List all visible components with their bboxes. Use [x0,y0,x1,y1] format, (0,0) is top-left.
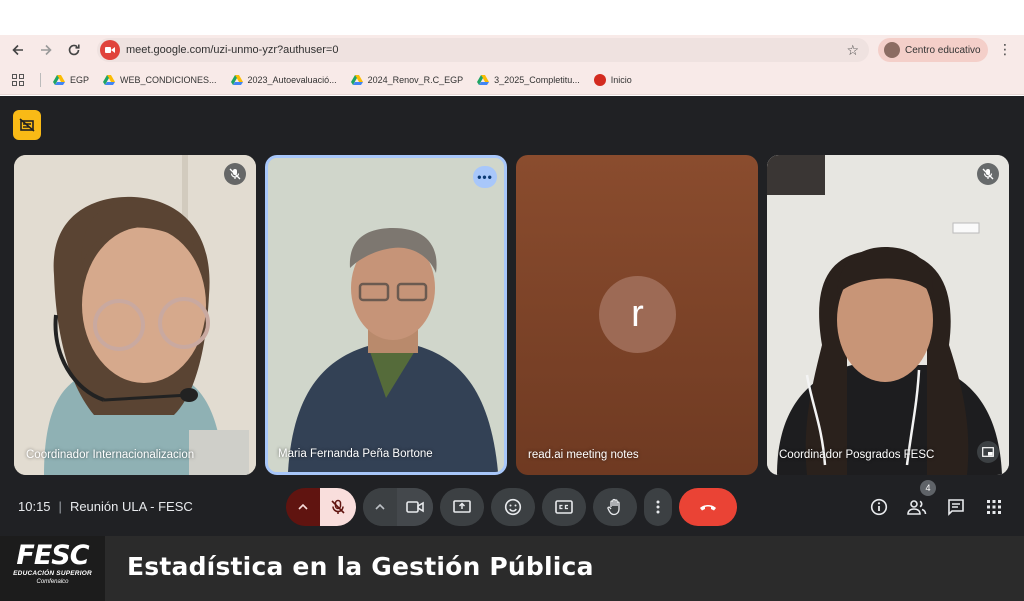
present-screen-button[interactable] [440,488,484,526]
profile-avatar [884,42,900,58]
participant-tile-1[interactable]: Coordinador Internacionalizacion [14,155,256,475]
raise-hand-button[interactable] [593,488,637,526]
bookmarks-bar: EGP WEB_CONDICIONES... 2023_Autoevaluaci… [0,65,1024,95]
reactions-button[interactable] [491,488,535,526]
profile-button[interactable]: Centro educativo [878,38,988,62]
participant-count-badge: 4 [920,480,936,496]
window-top-strip [0,0,1024,35]
back-arrow-icon[interactable] [4,36,32,64]
browser-menu-icon[interactable]: ⋮ [998,41,1012,58]
browser-toolbar: meet.google.com/uzi-unmo-yzr?authuser=0 … [0,35,1024,65]
chat-icon [948,499,964,516]
apps-grid-icon [987,500,1001,514]
people-button[interactable] [904,494,930,520]
emoji-icon [504,498,522,516]
muted-mic-icon [224,163,246,185]
drive-icon [230,74,243,85]
participant-name: read.ai meeting notes [528,449,639,461]
course-banner: FESC EDUCACIÓN SUPERIOR Comfenalco Estad… [0,536,1024,601]
participant-name: Maria Fernanda Peña Bortone [278,448,433,460]
participant-video [14,155,256,475]
present-screen-icon [453,500,471,513]
more-options-button[interactable] [644,488,672,526]
logo-subtitle: EDUCACIÓN SUPERIOR [13,570,92,577]
meeting-info: 10:15 | Reunión ULA - FESC [18,499,193,514]
bookmarks-divider [40,72,41,87]
captions-button[interactable] [542,488,586,526]
meeting-details-button[interactable] [866,494,892,520]
video-camera-icon [406,501,424,513]
apps-grid-icon[interactable] [12,72,28,88]
no-video-caption-icon [19,118,35,132]
fesc-logo: FESC EDUCACIÓN SUPERIOR Comfenalco [0,536,105,601]
url-text: meet.google.com/uzi-unmo-yzr?authuser=0 [126,44,339,56]
participant-name: Coordinador Internacionalizacion [26,449,195,461]
audio-options-chevron-up-icon[interactable] [286,488,320,526]
drive-icon [350,74,363,85]
bookmark-label: Inicio [610,74,632,85]
participant-tile-2[interactable]: ••• Maria Fernanda Peña Bortone [265,155,507,475]
drive-icon [103,74,116,85]
bookmark-inicio[interactable]: Inicio [593,73,632,86]
closed-captions-icon [555,500,573,514]
activities-button[interactable] [981,494,1007,520]
participant-tile-4[interactable]: Coordinador Posgrados FESC [767,155,1009,475]
logo-partner: Comfenalco [36,579,69,585]
reload-icon[interactable] [60,36,88,64]
course-title: Estadística en la Gestión Pública [127,552,594,581]
info-icon [870,498,888,516]
tile-more-options-button[interactable]: ••• [473,166,497,188]
mic-control-group [286,488,356,526]
bookmark-label: 2024_Renov_R.C_EGP [367,74,464,85]
bookmark-egp[interactable]: EGP [53,74,90,85]
bookmark-completitud[interactable]: 3_2025_Completitu... [477,74,580,85]
meeting-name: Reunión ULA - FESC [69,499,193,514]
participant-name: Coordinador Posgrados FESC [779,449,935,461]
muted-mic-icon [977,163,999,185]
meet-site-icon [100,40,120,60]
picture-in-picture-icon[interactable] [977,441,999,463]
video-options-chevron-up-icon[interactable] [363,488,397,526]
profile-label: Centro educativo [905,44,981,56]
camera-button[interactable] [397,488,433,526]
chat-button[interactable] [943,494,969,520]
bookmark-label: EGP [70,74,90,85]
host-controls-badge[interactable] [13,110,41,140]
forward-arrow-icon[interactable] [32,36,60,64]
leave-call-button[interactable] [679,488,737,526]
participant-video [268,158,504,472]
meeting-time: 10:15 [18,499,51,514]
drive-icon [477,74,490,85]
bookmark-label: WEB_CONDICIONES... [120,74,217,85]
microphone-off-button[interactable] [320,488,356,526]
logo-wordmark: FESC [16,540,89,571]
drive-icon [53,74,65,85]
screen: meet.google.com/uzi-unmo-yzr?authuser=0 … [0,0,1024,601]
bookmark-web-condiciones[interactable]: WEB_CONDICIONES... [103,74,217,85]
more-vertical-icon [656,500,660,514]
participant-video [767,155,1009,475]
hang-up-icon [700,505,716,511]
bookmark-label: 3_2025_Completitu... [494,74,580,85]
bookmark-autoevaluacion[interactable]: 2023_Autoevaluació... [230,74,337,85]
people-icon [907,500,927,515]
camera-control-group [363,488,433,526]
participant-tile-3[interactable]: r read.ai meeting notes [516,155,758,475]
raise-hand-icon [607,498,620,516]
bookmark-star-icon[interactable]: ☆ [846,42,859,59]
participant-avatar: r [599,276,676,353]
bookmark-renov[interactable]: 2024_Renov_R.C_EGP [350,74,464,85]
fesc-favicon-icon [593,73,606,86]
microphone-off-icon [331,499,345,514]
bookmark-label: 2023_Autoevaluació... [247,74,337,85]
meet-stage: Coordinador Internacionalizacion ••• Mar… [0,96,1024,536]
address-bar[interactable]: meet.google.com/uzi-unmo-yzr?authuser=0 … [97,38,869,62]
